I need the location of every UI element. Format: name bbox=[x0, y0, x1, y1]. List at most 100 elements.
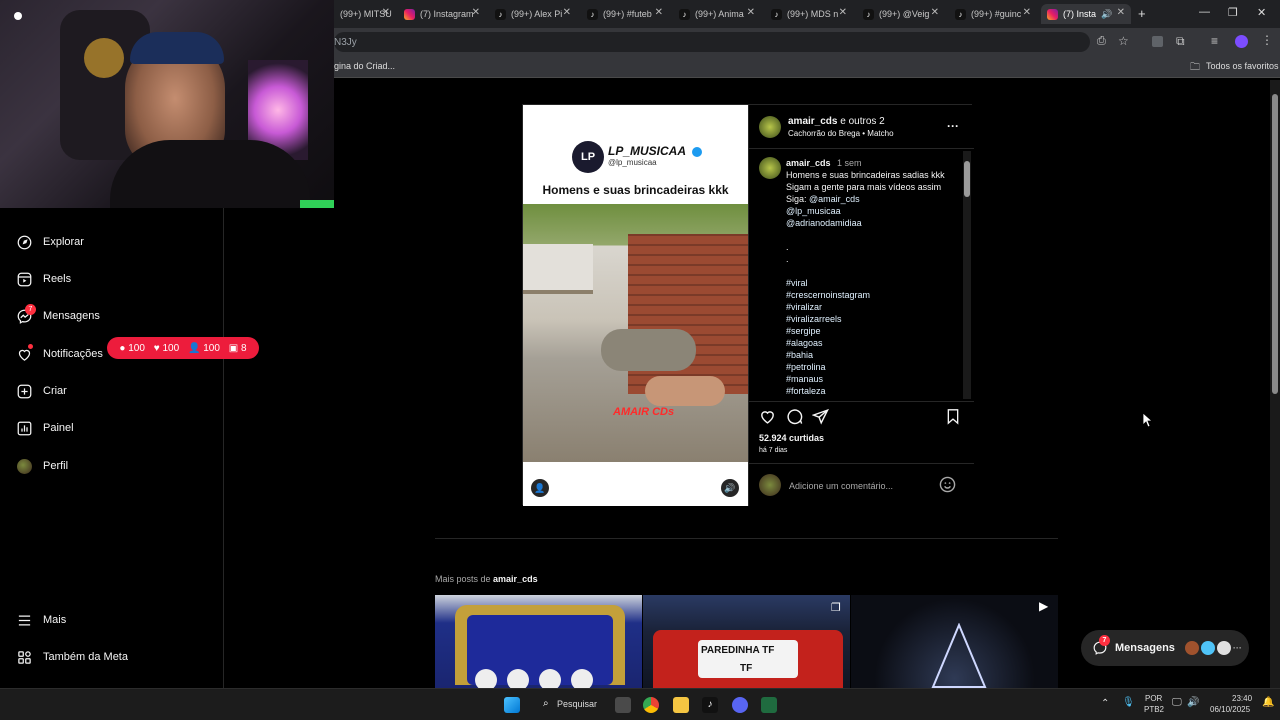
hashtag-link[interactable]: #viralizarreels bbox=[786, 313, 958, 325]
author-avatar[interactable] bbox=[759, 116, 781, 138]
hashtag-link[interactable]: #bahia bbox=[786, 349, 958, 361]
hashtag-link[interactable]: #petrolina bbox=[786, 361, 958, 373]
clock-time[interactable]: 23:40 bbox=[1232, 694, 1252, 703]
more-options-icon[interactable]: ··· bbox=[947, 119, 959, 133]
messages-pill[interactable]: 7 Mensagens ··· bbox=[1081, 630, 1249, 666]
sidebar-item-profile[interactable]: Perfil bbox=[16, 458, 68, 474]
hashtag-link[interactable]: #crescernoinstagram bbox=[786, 289, 958, 301]
keyboard-layout[interactable]: PTB2 bbox=[1144, 705, 1164, 714]
windows-start-icon[interactable] bbox=[504, 697, 520, 713]
speaker-icon[interactable]: 🔊 bbox=[1101, 9, 1112, 20]
browser-tab[interactable]: ♪ (99+) @Veig ✕ bbox=[857, 4, 945, 24]
browser-tab[interactable]: (7) Instagram ✕ bbox=[398, 4, 486, 24]
new-tab-button[interactable]: + bbox=[1138, 6, 1146, 21]
browser-tab[interactable]: ♪ (99+) #guinc ✕ bbox=[949, 4, 1037, 24]
task-view-icon[interactable] bbox=[615, 697, 631, 713]
browser-tab[interactable]: (99+) MITSU ✕ bbox=[334, 4, 396, 24]
tiktok-icon[interactable]: ♪ bbox=[702, 697, 718, 713]
emoji-icon[interactable] bbox=[939, 476, 956, 498]
notification-bell-icon[interactable]: 🔔 bbox=[1262, 697, 1274, 708]
share-icon[interactable] bbox=[811, 408, 829, 430]
close-icon[interactable]: ✕ bbox=[382, 7, 390, 18]
browser-tab[interactable]: ♪ (99+) Alex Pi ✕ bbox=[489, 4, 577, 24]
url-field[interactable]: N3Jy bbox=[334, 32, 1090, 52]
sidebar-item-reels[interactable]: Reels bbox=[16, 271, 71, 287]
language-indicator[interactable]: POR bbox=[1145, 694, 1162, 703]
volume-icon[interactable]: 🔊 bbox=[1187, 697, 1199, 708]
user-tag-icon[interactable]: 👤 bbox=[531, 479, 549, 497]
puzzle-icon[interactable]: ⧉ bbox=[1176, 34, 1185, 49]
network-icon[interactable]: 🖵 bbox=[1172, 697, 1182, 708]
likes-count[interactable]: 52.924 curtidas bbox=[759, 433, 824, 443]
sidebar-item-notifications[interactable]: Notificações bbox=[16, 344, 103, 362]
close-icon[interactable]: ✕ bbox=[931, 7, 939, 18]
caption-avatar[interactable] bbox=[759, 157, 781, 179]
browser-tab[interactable]: ♪ (99+) #futeb ✕ bbox=[581, 4, 669, 24]
author-username[interactable]: amair_cds e outros 2 bbox=[788, 116, 885, 127]
post-thumbnail[interactable] bbox=[435, 595, 642, 688]
caption-scrollbar[interactable] bbox=[963, 151, 971, 399]
close-icon[interactable]: ✕ bbox=[839, 7, 847, 18]
kebab-menu-icon[interactable]: ⋮ bbox=[1261, 33, 1273, 47]
browser-tab[interactable]: ♪ (99+) MDS n ✕ bbox=[765, 4, 853, 24]
hashtag-link[interactable]: #fortaleza bbox=[786, 385, 958, 397]
clock-date[interactable]: 06/10/2025 bbox=[1210, 705, 1250, 714]
discord-icon[interactable] bbox=[732, 697, 748, 713]
audio-link[interactable]: Cachorrão do Brega • Matcho bbox=[788, 129, 894, 138]
close-icon[interactable]: ✕ bbox=[655, 7, 663, 18]
page-scrollbar[interactable] bbox=[1270, 80, 1280, 688]
close-icon[interactable]: ✕ bbox=[1023, 7, 1031, 18]
close-icon[interactable]: ✕ bbox=[472, 7, 480, 18]
hashtag-link[interactable]: #manaus bbox=[786, 373, 958, 385]
hashtag-link[interactable]: #viralizar bbox=[786, 301, 958, 313]
sidebar-item-create[interactable]: Criar bbox=[16, 383, 67, 399]
all-bookmarks-link[interactable]: Todos os favoritos bbox=[1206, 61, 1279, 71]
taskbar-search[interactable]: Pesquisar bbox=[557, 699, 597, 709]
close-window-icon[interactable]: ✕ bbox=[1257, 6, 1266, 19]
comment-input[interactable]: Adicione um comentário... bbox=[789, 481, 893, 491]
hashtag-link[interactable]: #viral bbox=[786, 277, 958, 289]
comment-icon[interactable] bbox=[786, 408, 803, 430]
sound-on-icon[interactable]: 🔊 bbox=[721, 479, 739, 497]
hashtag-link[interactable]: #sergipe bbox=[786, 325, 958, 337]
star-icon[interactable]: ☆ bbox=[1118, 34, 1129, 48]
sidebar-item-more[interactable]: Mais bbox=[16, 612, 66, 628]
caption-scroll-area[interactable]: amair_cds 1 sem Homens e suas brincadeir… bbox=[786, 157, 958, 397]
bookmark-item[interactable]: gina do Criad... bbox=[334, 61, 395, 71]
mention-link[interactable]: @amair_cds bbox=[809, 194, 860, 204]
video-frame[interactable]: AMAIR CDs bbox=[523, 204, 748, 462]
media-control-icon[interactable]: ≡ bbox=[1211, 34, 1218, 48]
scrollbar-thumb[interactable] bbox=[1272, 94, 1278, 394]
microphone-icon[interactable]: 🎙 bbox=[1122, 697, 1135, 708]
notification-counts-badge[interactable]: ● 100 ♥ 100 👤 100 ▣ 8 bbox=[107, 337, 259, 359]
chevron-up-icon[interactable]: ⌃ bbox=[1101, 698, 1109, 709]
sidebar-item-messages[interactable]: 7 Mensagens bbox=[16, 304, 100, 324]
mention-link[interactable]: @lp_musicaa bbox=[786, 205, 958, 217]
messages-badge: 7 bbox=[25, 304, 36, 315]
post-media[interactable]: LP LP_MUSICAA @lp_musicaa Homens e suas … bbox=[523, 105, 748, 506]
browser-tab-active[interactable]: (7) Insta 🔊 ✕ bbox=[1041, 4, 1131, 24]
chrome-icon[interactable] bbox=[643, 697, 659, 713]
sidebar-item-also-from-meta[interactable]: Também da Meta bbox=[16, 649, 128, 665]
restore-icon[interactable]: ❐ bbox=[1228, 6, 1238, 19]
app-icon[interactable] bbox=[761, 697, 777, 713]
search-icon[interactable]: ⌕ bbox=[543, 698, 549, 709]
file-explorer-icon[interactable] bbox=[673, 697, 689, 713]
install-app-icon[interactable]: ⎙ bbox=[1097, 35, 1106, 48]
minimize-icon[interactable]: — bbox=[1199, 6, 1210, 18]
post-thumbnail[interactable]: PAREDINHA TF TF ❐ bbox=[643, 595, 850, 688]
close-icon[interactable]: ✕ bbox=[747, 7, 755, 18]
sidebar-item-dashboard[interactable]: Painel bbox=[16, 420, 74, 436]
close-icon[interactable]: ✕ bbox=[563, 7, 571, 18]
sidebar-item-explore[interactable]: Explorar bbox=[16, 234, 84, 250]
close-icon[interactable]: ✕ bbox=[1117, 7, 1125, 18]
browser-tab[interactable]: ♪ (99+) Anima ✕ bbox=[673, 4, 761, 24]
hashtag-link[interactable]: #alagoas bbox=[786, 337, 958, 349]
like-icon[interactable] bbox=[759, 408, 776, 430]
extension-icon[interactable] bbox=[1152, 36, 1163, 47]
post-thumbnail[interactable]: ▶ bbox=[851, 595, 1058, 688]
bookmark-icon[interactable] bbox=[945, 408, 961, 430]
scrollbar-thumb[interactable] bbox=[964, 161, 970, 197]
mention-link[interactable]: @adrianodamidiaa bbox=[786, 217, 958, 229]
profile-avatar[interactable] bbox=[1235, 35, 1248, 48]
